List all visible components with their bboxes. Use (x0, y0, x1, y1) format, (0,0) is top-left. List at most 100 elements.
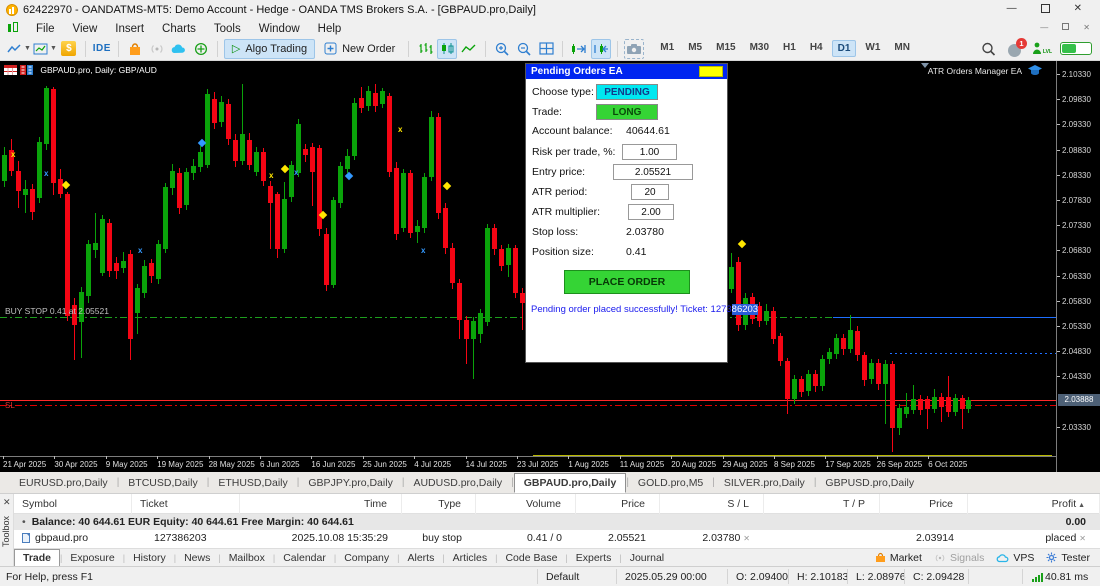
timeframe-d1[interactable]: D1 (831, 40, 857, 57)
candle-body[interactable] (170, 171, 175, 189)
notifications-button[interactable]: 1 (1007, 37, 1027, 57)
entry-price-input[interactable] (613, 164, 693, 180)
atr-period-input[interactable] (631, 184, 669, 200)
minimize-button[interactable]: — (1007, 3, 1017, 16)
candle-body[interactable] (506, 247, 511, 266)
candle-body[interactable] (464, 319, 469, 339)
chart-tab-ethusd[interactable]: ETHUSD,Daily (209, 474, 296, 492)
candle-body[interactable] (226, 104, 231, 140)
maximize-button[interactable] (1040, 3, 1050, 16)
chart-tab-eurusd.pro[interactable]: EURUSD.pro,Daily (10, 474, 117, 492)
candle-body[interactable] (436, 116, 441, 213)
algo-trading-button[interactable]: ▷ Algo Trading (223, 38, 316, 59)
candle-body[interactable] (806, 373, 811, 392)
candle-body[interactable] (58, 179, 63, 195)
timeframe-mn[interactable]: MN (889, 40, 915, 57)
candle-body[interactable] (401, 173, 406, 228)
candle-body[interactable] (862, 355, 867, 381)
tile-windows-button[interactable] (536, 39, 556, 59)
toolbox-close-icon[interactable]: ✕ (3, 497, 11, 508)
menu-item-view[interactable]: View (64, 21, 107, 37)
candle-body[interactable] (44, 87, 49, 145)
candle-body[interactable] (198, 152, 203, 168)
candle-body[interactable] (966, 399, 971, 410)
candle-body[interactable] (16, 170, 21, 192)
menu-item-window[interactable]: Window (250, 21, 309, 37)
candle-body[interactable] (820, 358, 825, 387)
toolbox-tab-articles[interactable]: Articles (445, 550, 495, 566)
new-order-button[interactable]: New Order (317, 39, 402, 59)
candle-body[interactable] (65, 194, 70, 316)
trade-direction-button[interactable]: LONG (596, 104, 658, 120)
candle-body[interactable] (925, 399, 930, 410)
candle-body[interactable] (191, 166, 196, 174)
chart-tab-audusd.pro[interactable]: AUDUSD.pro,Daily (404, 474, 511, 492)
candle-body[interactable] (785, 361, 790, 400)
candle-body[interactable] (37, 141, 42, 199)
column-header-type[interactable]: Type (402, 494, 476, 514)
candle-body[interactable] (219, 101, 224, 122)
candle-body[interactable] (841, 337, 846, 349)
candle-body[interactable] (897, 407, 902, 428)
candle-body[interactable] (450, 247, 455, 284)
candle-body[interactable] (2, 154, 7, 182)
candle-body[interactable] (30, 189, 35, 212)
candle-body[interactable] (848, 330, 853, 349)
candle-body[interactable] (932, 396, 937, 410)
toolbox-tab-experts[interactable]: Experts (568, 550, 620, 566)
add-broker-button[interactable] (191, 39, 211, 59)
toolbox-tab-alerts[interactable]: Alerts (399, 550, 442, 566)
candle-body[interactable] (513, 247, 518, 294)
candle-body[interactable] (51, 89, 56, 184)
timeframe-m5[interactable]: M5 (683, 40, 707, 57)
toolbox-panel-vps[interactable]: VPS (996, 552, 1034, 564)
candle-body[interactable] (121, 261, 126, 269)
chart-tab-silver.pro[interactable]: SILVER.pro,Daily (715, 474, 814, 492)
new-chart-button[interactable]: ▼ (7, 39, 31, 59)
candlestick-mode-button[interactable] (437, 38, 458, 59)
candle-body[interactable] (268, 185, 273, 203)
candle-body[interactable] (387, 95, 392, 173)
candle-body[interactable] (855, 330, 860, 356)
candle-body[interactable] (184, 172, 189, 206)
column-header-time[interactable]: Time (240, 494, 402, 514)
candle-body[interactable] (471, 320, 476, 339)
candle-body[interactable] (827, 352, 832, 359)
metaeditor-button[interactable]: IDE (92, 39, 112, 59)
panel-minimize-button[interactable] (699, 66, 723, 77)
candle-body[interactable] (205, 94, 210, 165)
menu-item-tools[interactable]: Tools (205, 21, 250, 37)
chart-tab-gbpjpy.pro[interactable]: GBPJPY.pro,Daily (299, 474, 401, 492)
candle-body[interactable] (233, 139, 238, 162)
remove-sl-button[interactable]: ✕ (743, 534, 750, 543)
bar-chart-mode-button[interactable] (415, 39, 435, 59)
candle-body[interactable] (834, 337, 839, 355)
vps-button[interactable] (169, 39, 189, 59)
timeframe-h1[interactable]: H1 (778, 40, 801, 57)
candle-body[interactable] (799, 378, 804, 392)
candle-body[interactable] (478, 313, 483, 334)
candle-body[interactable] (408, 173, 413, 233)
candle-body[interactable] (93, 242, 98, 251)
place-order-button[interactable]: PLACE ORDER (564, 270, 690, 294)
candle-body[interactable] (778, 336, 783, 362)
candle-body[interactable] (813, 373, 818, 387)
candle-body[interactable] (142, 265, 147, 294)
candle-body[interactable] (135, 288, 140, 314)
candle-body[interactable] (359, 97, 364, 108)
chart-tab-gold.pro[interactable]: GOLD.pro,M5 (629, 474, 712, 492)
candle-body[interactable] (736, 261, 741, 326)
candle-body[interactable] (254, 152, 259, 173)
zoom-in-button[interactable] (492, 39, 512, 59)
column-header-sl[interactable]: S / L (660, 494, 764, 514)
toolbox-tab-mailbox[interactable]: Mailbox (221, 550, 273, 566)
timeframe-h4[interactable]: H4 (805, 40, 828, 57)
candle-body[interactable] (86, 244, 91, 296)
candle-body[interactable] (275, 194, 280, 250)
candle-body[interactable] (373, 92, 378, 106)
candle-body[interactable] (240, 134, 245, 162)
column-header-volume[interactable]: Volume (476, 494, 576, 514)
candle-body[interactable] (324, 234, 329, 286)
order-row[interactable]: gbpaud.pro 127386203 2025.10.08 15:35:29… (14, 530, 1100, 547)
candle-body[interactable] (883, 363, 888, 384)
